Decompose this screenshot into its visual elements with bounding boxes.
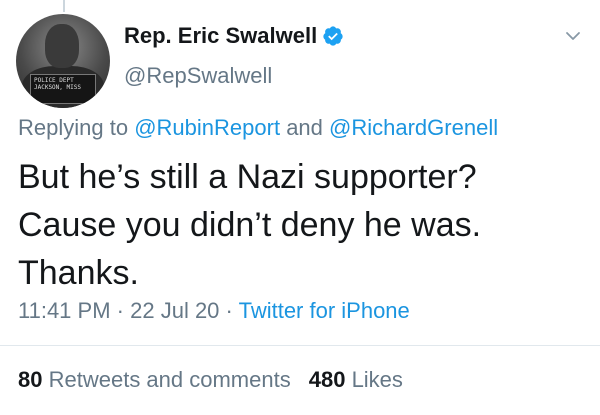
- likes-count: 480: [308, 367, 346, 392]
- replying-to-label: Replying to: [18, 115, 129, 140]
- likes-label: Likes: [351, 367, 403, 392]
- retweets-label: Retweets and comments: [48, 367, 291, 392]
- tweet-source-link[interactable]: Twitter for iPhone: [239, 298, 410, 323]
- author-handle[interactable]: @RepSwalwell: [124, 62, 272, 90]
- tweet-meta: 11:41 PM · 22 Jul 20 · Twitter for iPhon…: [18, 297, 410, 325]
- meta-separator: ·: [225, 298, 233, 323]
- tweet-text: But he’s still a Nazi supporter? Cause y…: [18, 153, 588, 297]
- tweet-text-line: Thanks.: [18, 254, 139, 292]
- likes-stat[interactable]: 480 Likes: [309, 367, 403, 392]
- avatar[interactable]: POLICE DEPT JACKSON, MISS: [16, 14, 110, 108]
- meta-separator: ·: [116, 298, 124, 323]
- mention-link-rubinreport[interactable]: @RubinReport: [134, 115, 280, 140]
- author-display-name[interactable]: Rep. Eric Swalwell: [124, 22, 344, 50]
- verified-badge-icon: [323, 26, 343, 46]
- engagement-stats: 80 Retweets and comments 480 Likes: [18, 366, 403, 394]
- display-name-text[interactable]: Rep. Eric Swalwell: [124, 22, 317, 50]
- mention-link-richardgrenell[interactable]: @RichardGrenell: [329, 115, 498, 140]
- avatar-placard: POLICE DEPT JACKSON, MISS: [30, 74, 96, 104]
- chevron-down-icon[interactable]: [565, 28, 581, 44]
- replying-to-line: Replying to @RubinReport and @RichardGre…: [18, 114, 498, 142]
- replying-to-joiner: and: [286, 115, 323, 140]
- tweet-text-line: But he’s still a Nazi supporter?: [18, 158, 477, 196]
- tweet-text-line: Cause you didn’t deny he was.: [18, 206, 482, 244]
- retweets-count: 80: [18, 367, 43, 392]
- divider: [0, 345, 600, 346]
- retweets-stat[interactable]: 80 Retweets and comments: [18, 367, 291, 392]
- thread-connector-line: [63, 0, 65, 12]
- avatar-figure-face: [45, 24, 79, 68]
- tweet-date[interactable]: 22 Jul 20: [130, 298, 219, 323]
- tweet-time[interactable]: 11:41 PM: [18, 298, 111, 323]
